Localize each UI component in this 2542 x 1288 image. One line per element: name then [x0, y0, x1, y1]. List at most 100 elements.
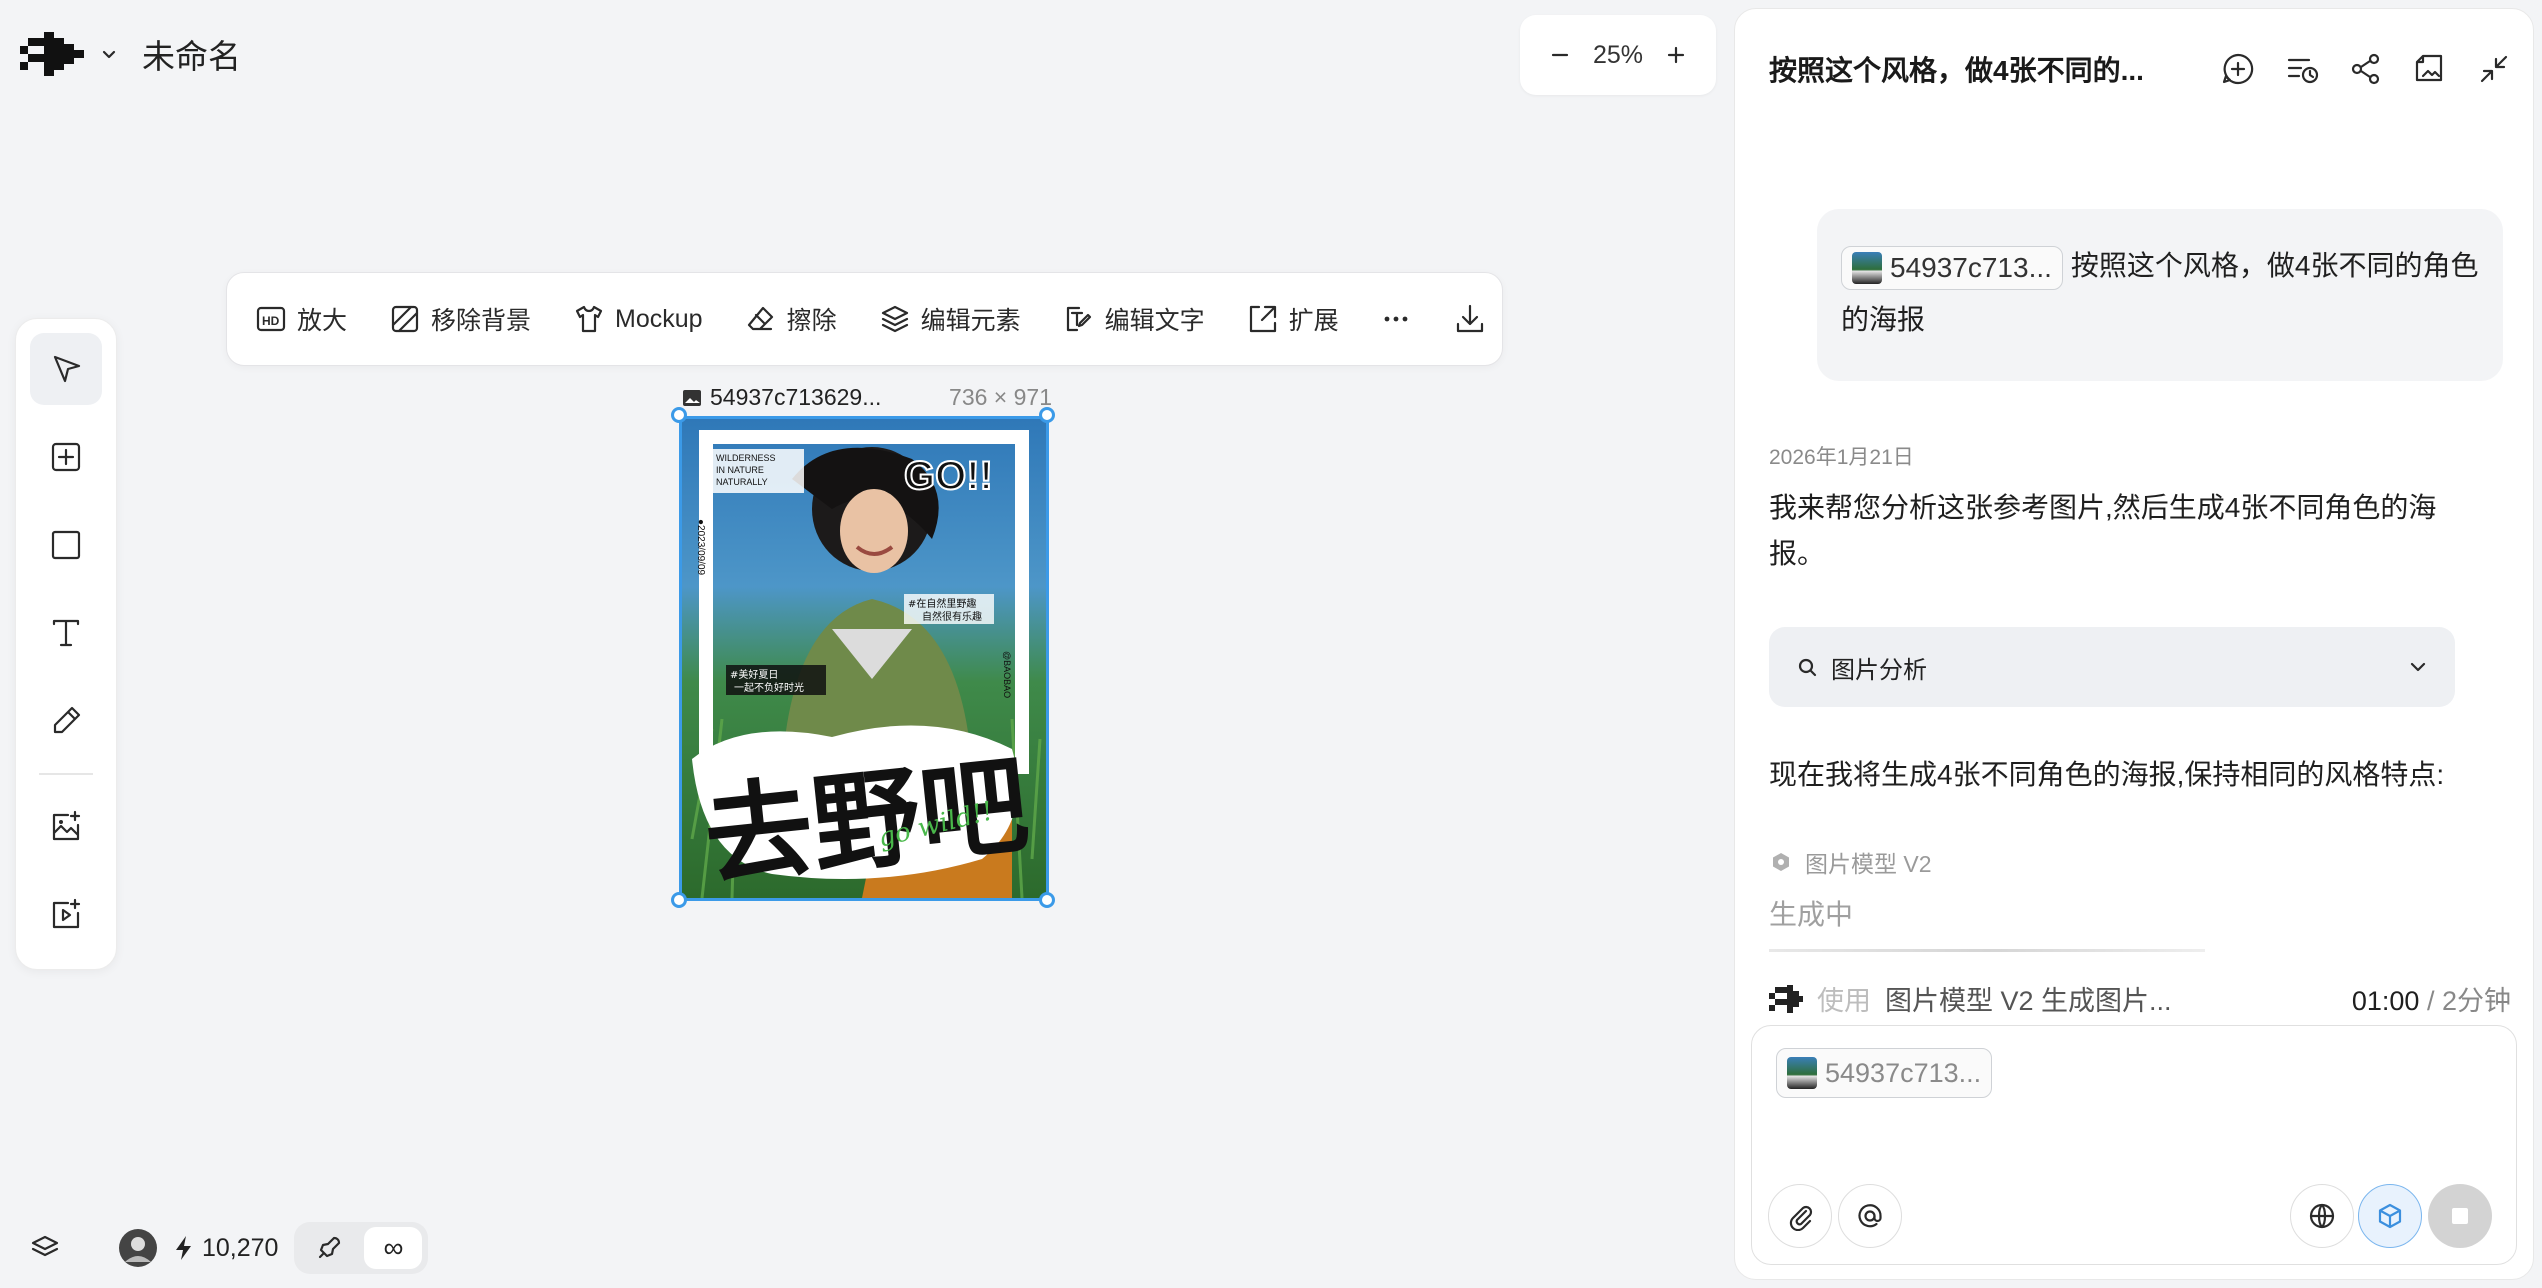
- eraser-icon: [745, 303, 777, 335]
- resize-handle-top-left[interactable]: [671, 407, 687, 423]
- infinity-label: ∞: [383, 1232, 404, 1263]
- tool-divider: [39, 773, 93, 775]
- download-button[interactable]: [1453, 302, 1487, 336]
- zoom-level[interactable]: 25%: [1593, 41, 1643, 70]
- expand-label: 扩展: [1288, 307, 1339, 335]
- add-frame-tool[interactable]: [30, 421, 102, 493]
- resize-handle-bottom-left[interactable]: [671, 892, 687, 908]
- chevron-down-icon[interactable]: [100, 45, 118, 63]
- infinite-mode-button[interactable]: ∞: [364, 1227, 423, 1269]
- cursor-icon: [48, 351, 84, 387]
- svg-text:IN NATURE: IN NATURE: [716, 465, 764, 475]
- layers-panel-button[interactable]: [28, 1231, 62, 1265]
- zoom-in-button[interactable]: [1664, 43, 1688, 67]
- upscale-label: 放大: [297, 307, 348, 335]
- mention-button[interactable]: [1838, 1184, 1902, 1248]
- svg-text:#在自然里野趣: #在自然里野趣: [908, 597, 976, 610]
- image-generator-tool[interactable]: [30, 791, 102, 863]
- rocket-icon: [316, 1235, 342, 1261]
- history-icon[interactable]: [2283, 50, 2321, 88]
- svg-text:WILDERNESS: WILDERNESS: [716, 453, 776, 463]
- expand-button[interactable]: 扩展: [1247, 301, 1339, 337]
- image-name[interactable]: 54937c713629...: [682, 384, 881, 411]
- chat-header-actions: [2219, 50, 2513, 88]
- svg-text:#美好夏日: #美好夏日: [730, 668, 778, 681]
- image-toolbar: HD 放大 移除背景 Mockup 擦除 编辑元素 编辑文字 扩展: [226, 272, 1503, 366]
- resize-handle-top-right[interactable]: [1039, 407, 1055, 423]
- tshirt-icon: [573, 303, 605, 335]
- edit-text-button[interactable]: 编辑文字: [1063, 301, 1205, 337]
- chat-header: 按照这个风格，做4张不同的...: [1769, 49, 2513, 89]
- text-tool[interactable]: [30, 597, 102, 669]
- at-icon: [1855, 1201, 1885, 1231]
- paperclip-icon: [1785, 1201, 1815, 1231]
- svg-text:HD: HD: [262, 314, 280, 328]
- canvas-image[interactable]: WILDERNESS IN NATURE NATURALLY GO!! ●202…: [679, 416, 1049, 901]
- edit-elements-button[interactable]: 编辑元素: [879, 301, 1021, 337]
- attach-button[interactable]: [1768, 1184, 1832, 1248]
- image-analysis-label: 图片分析: [1831, 656, 1927, 684]
- eye-icon: [1769, 850, 1793, 874]
- share-icon[interactable]: [2347, 50, 2385, 88]
- hd-icon: HD: [255, 303, 287, 335]
- assistant-reply: 我来帮您分析这张参考图片,然后生成4张不同角色的海报。: [1769, 492, 2437, 569]
- image-sparkle-icon: [48, 809, 84, 845]
- input-attachment-chip[interactable]: 54937c713...: [1776, 1048, 1993, 1098]
- attachment-name: 54937c713...: [1890, 251, 2052, 283]
- analysis-search-icon: [1795, 655, 1819, 679]
- message-attachment-chip[interactable]: 54937c713...: [1841, 245, 2063, 290]
- more-button[interactable]: [1381, 304, 1411, 334]
- select-tool[interactable]: [30, 333, 102, 405]
- timer-total: / 2分钟: [2426, 986, 2511, 1016]
- message-date: 2026年1月21日: [1769, 446, 1914, 469]
- remove-background-button[interactable]: 移除背景: [389, 301, 531, 337]
- svg-text:GO!!: GO!!: [904, 454, 993, 498]
- chevron-down-icon: [2407, 656, 2429, 678]
- pen-tool[interactable]: [30, 685, 102, 757]
- credits-display[interactable]: 10,270: [174, 1234, 278, 1263]
- svg-text:NATURALLY: NATURALLY: [716, 477, 768, 487]
- mockup-label: Mockup: [615, 304, 703, 333]
- rectangle-tool[interactable]: [30, 509, 102, 581]
- project-title[interactable]: 未命名: [142, 30, 241, 78]
- image-name-text: 54937c713629...: [710, 384, 882, 410]
- collapse-icon[interactable]: [2475, 50, 2513, 88]
- mockup-button[interactable]: Mockup: [573, 303, 703, 335]
- rocket-mode-button[interactable]: [300, 1227, 358, 1269]
- chat-title: 按照这个风格，做4张不同的...: [1769, 55, 2144, 86]
- svg-text:自然很有乐趣: 自然很有乐趣: [922, 610, 982, 623]
- assets-icon[interactable]: [2411, 50, 2449, 88]
- model-select-button[interactable]: [2358, 1184, 2422, 1248]
- stop-button[interactable]: [2428, 1184, 2492, 1248]
- assistant-reply-2: 现在我将生成4张不同角色的海报,保持相同的风格特点:: [1769, 759, 2445, 790]
- chat-panel: 按照这个风格，做4张不同的... 54937c713... 按照这个风格，做4张…: [1734, 8, 2534, 1280]
- remove-background-label: 移除背景: [431, 307, 532, 335]
- model-name: 图片模型 V2: [1805, 851, 1932, 877]
- upscale-button[interactable]: HD 放大: [255, 301, 347, 337]
- pencil-icon: [48, 703, 84, 739]
- logo-icon[interactable]: [20, 32, 86, 76]
- generation-status-text: 使用 图片模型 V2 生成图片...: [1769, 979, 2172, 1018]
- user-message: 54937c713... 按照这个风格，做4张不同的角色的海报: [1817, 209, 2503, 381]
- resize-handle-bottom-right[interactable]: [1039, 892, 1055, 908]
- new-chat-icon[interactable]: [2219, 50, 2257, 88]
- zoom-out-button[interactable]: [1548, 43, 1572, 67]
- video-generator-tool[interactable]: [30, 879, 102, 951]
- language-button[interactable]: [2290, 1184, 2354, 1248]
- expand-icon: [1247, 303, 1279, 335]
- chat-input[interactable]: 54937c713...: [1751, 1025, 2517, 1265]
- download-icon: [1453, 302, 1487, 336]
- layers-icon: [879, 303, 911, 335]
- image-analysis-accordion[interactable]: 图片分析: [1769, 627, 2455, 707]
- timer-elapsed: 01:00: [2351, 986, 2420, 1016]
- globe-icon: [2307, 1201, 2337, 1231]
- avatar[interactable]: [118, 1228, 158, 1268]
- lightning-icon: [174, 1235, 194, 1261]
- edit-text-label: 编辑文字: [1104, 307, 1205, 335]
- erase-button[interactable]: 擦除: [745, 301, 837, 337]
- cube-icon: [2375, 1201, 2405, 1231]
- progress-shimmer: [1769, 949, 2205, 952]
- tool-palette: [15, 318, 117, 970]
- bottom-bar: 10,270 ∞: [28, 1222, 429, 1274]
- image-icon: [682, 388, 702, 408]
